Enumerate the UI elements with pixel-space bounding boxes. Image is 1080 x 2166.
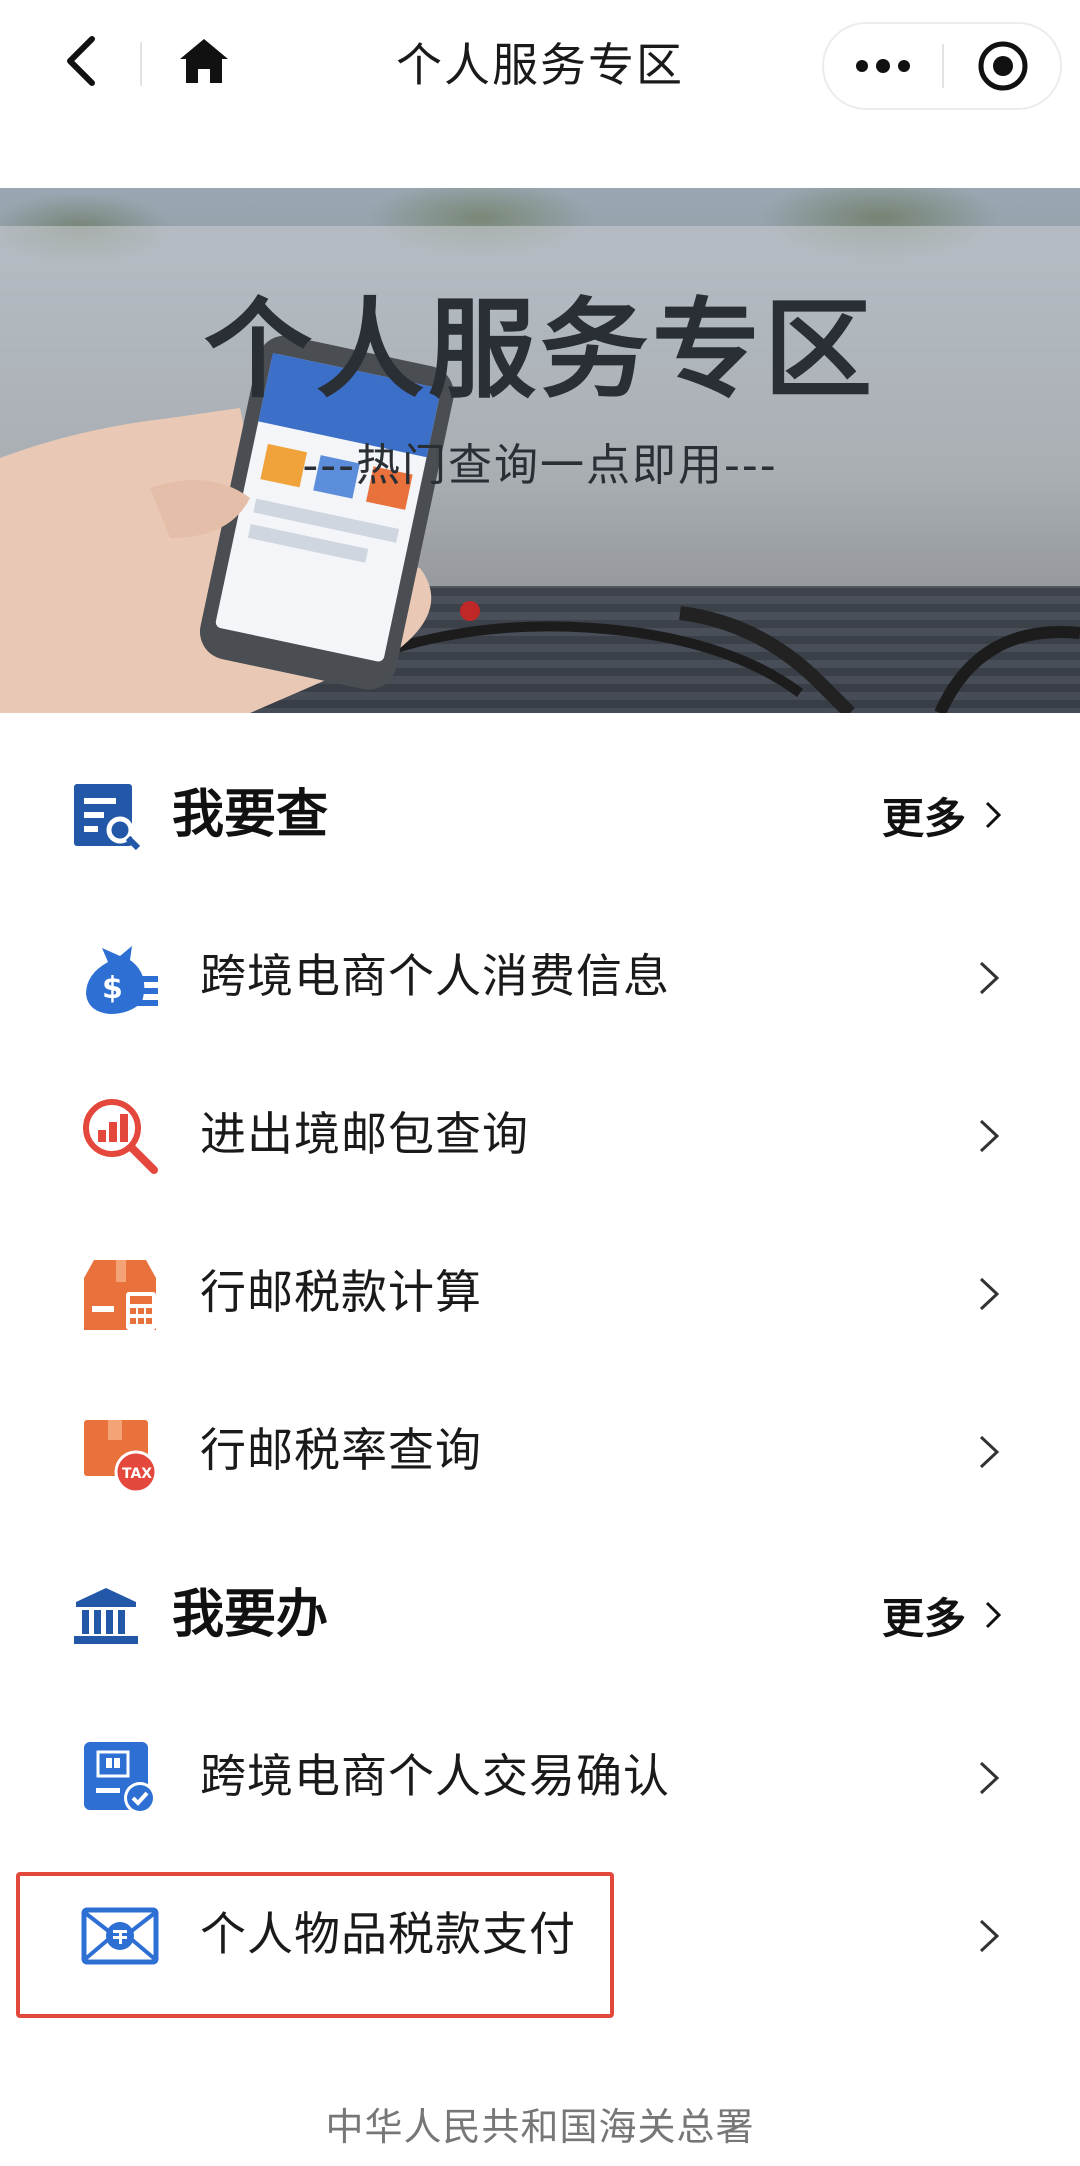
mini-program-capsule — [822, 22, 1062, 110]
search-document-icon — [74, 784, 140, 850]
list-item-label: 行邮税率查询 — [200, 1423, 482, 1477]
chevron-right-icon — [979, 1761, 1000, 1795]
chevron-right-icon — [979, 1119, 1000, 1153]
home-button[interactable] — [172, 26, 236, 96]
hero-banner[interactable]: 个人服务专区 ---热门查询一点即用--- — [0, 188, 1080, 713]
footer-organization: 中华人民共和国海关总署 — [325, 2105, 755, 2149]
list-item-tax-rate-query[interactable]: TAX 行邮税率查询 — [0, 1374, 1080, 1524]
more-label: 更多 — [882, 793, 967, 843]
list-item-label: 进出境邮包查询 — [200, 1107, 529, 1161]
banner-subtitle: ---热门查询一点即用--- — [302, 440, 778, 491]
money-bag-icon: $ — [86, 946, 158, 1014]
package-calculator-icon — [84, 1260, 156, 1330]
chevron-right-icon — [979, 1435, 1000, 1469]
chart-magnifier-icon — [83, 1099, 158, 1174]
list-item-label: 跨境电商个人消费信息 — [200, 949, 670, 1003]
back-arrow-icon — [67, 36, 95, 86]
list-item-crossborder-consumption[interactable]: $ 跨境电商个人消费信息 — [0, 900, 1080, 1050]
nav-divider — [140, 42, 142, 86]
highlight-annotation-box — [16, 1872, 614, 2018]
package-tax-icon: TAX — [84, 1420, 158, 1492]
document-check-icon — [84, 1742, 156, 1814]
list-item-postal-parcel-query[interactable]: 进出境邮包查询 — [0, 1058, 1080, 1208]
handle-more-link[interactable]: 更多 — [882, 1580, 1002, 1650]
more-label: 更多 — [882, 1593, 967, 1643]
svg-text:$: $ — [102, 971, 123, 1006]
list-item-label: 行邮税款计算 — [200, 1265, 482, 1319]
page-title: 个人服务专区 — [396, 38, 684, 92]
list-item-tax-calculation[interactable]: 行邮税款计算 — [0, 1216, 1080, 1366]
list-item-crossborder-transaction-confirm[interactable]: 跨境电商个人交易确认 — [0, 1700, 1080, 1850]
section-header-query: 我要查 更多 — [0, 760, 1080, 870]
chevron-right-icon — [985, 801, 1002, 829]
back-button[interactable] — [50, 26, 110, 96]
query-more-link[interactable]: 更多 — [882, 780, 1002, 850]
svg-text:TAX: TAX — [122, 1466, 152, 1482]
more-dots-icon — [856, 59, 910, 73]
section-header-handle: 我要办 更多 — [0, 1560, 1080, 1670]
section-title-handle: 我要办 — [172, 1585, 329, 1645]
government-building-icon — [74, 1588, 138, 1644]
more-options-button[interactable] — [824, 24, 942, 108]
navigation-bar: 个人服务专区 — [0, 0, 1080, 130]
banner-title: 个人服务专区 — [203, 288, 876, 413]
close-mini-program-button[interactable] — [944, 24, 1062, 108]
bicycle-handlebar-image — [380, 601, 1080, 713]
chevron-right-icon — [979, 1277, 1000, 1311]
home-icon — [180, 39, 228, 83]
chevron-right-icon — [979, 1919, 1000, 1953]
chevron-right-icon — [985, 1601, 1002, 1629]
list-item-label: 跨境电商个人交易确认 — [200, 1749, 670, 1803]
chevron-right-icon — [979, 961, 1000, 995]
target-icon — [978, 41, 1028, 91]
section-title-query: 我要查 — [172, 785, 329, 845]
